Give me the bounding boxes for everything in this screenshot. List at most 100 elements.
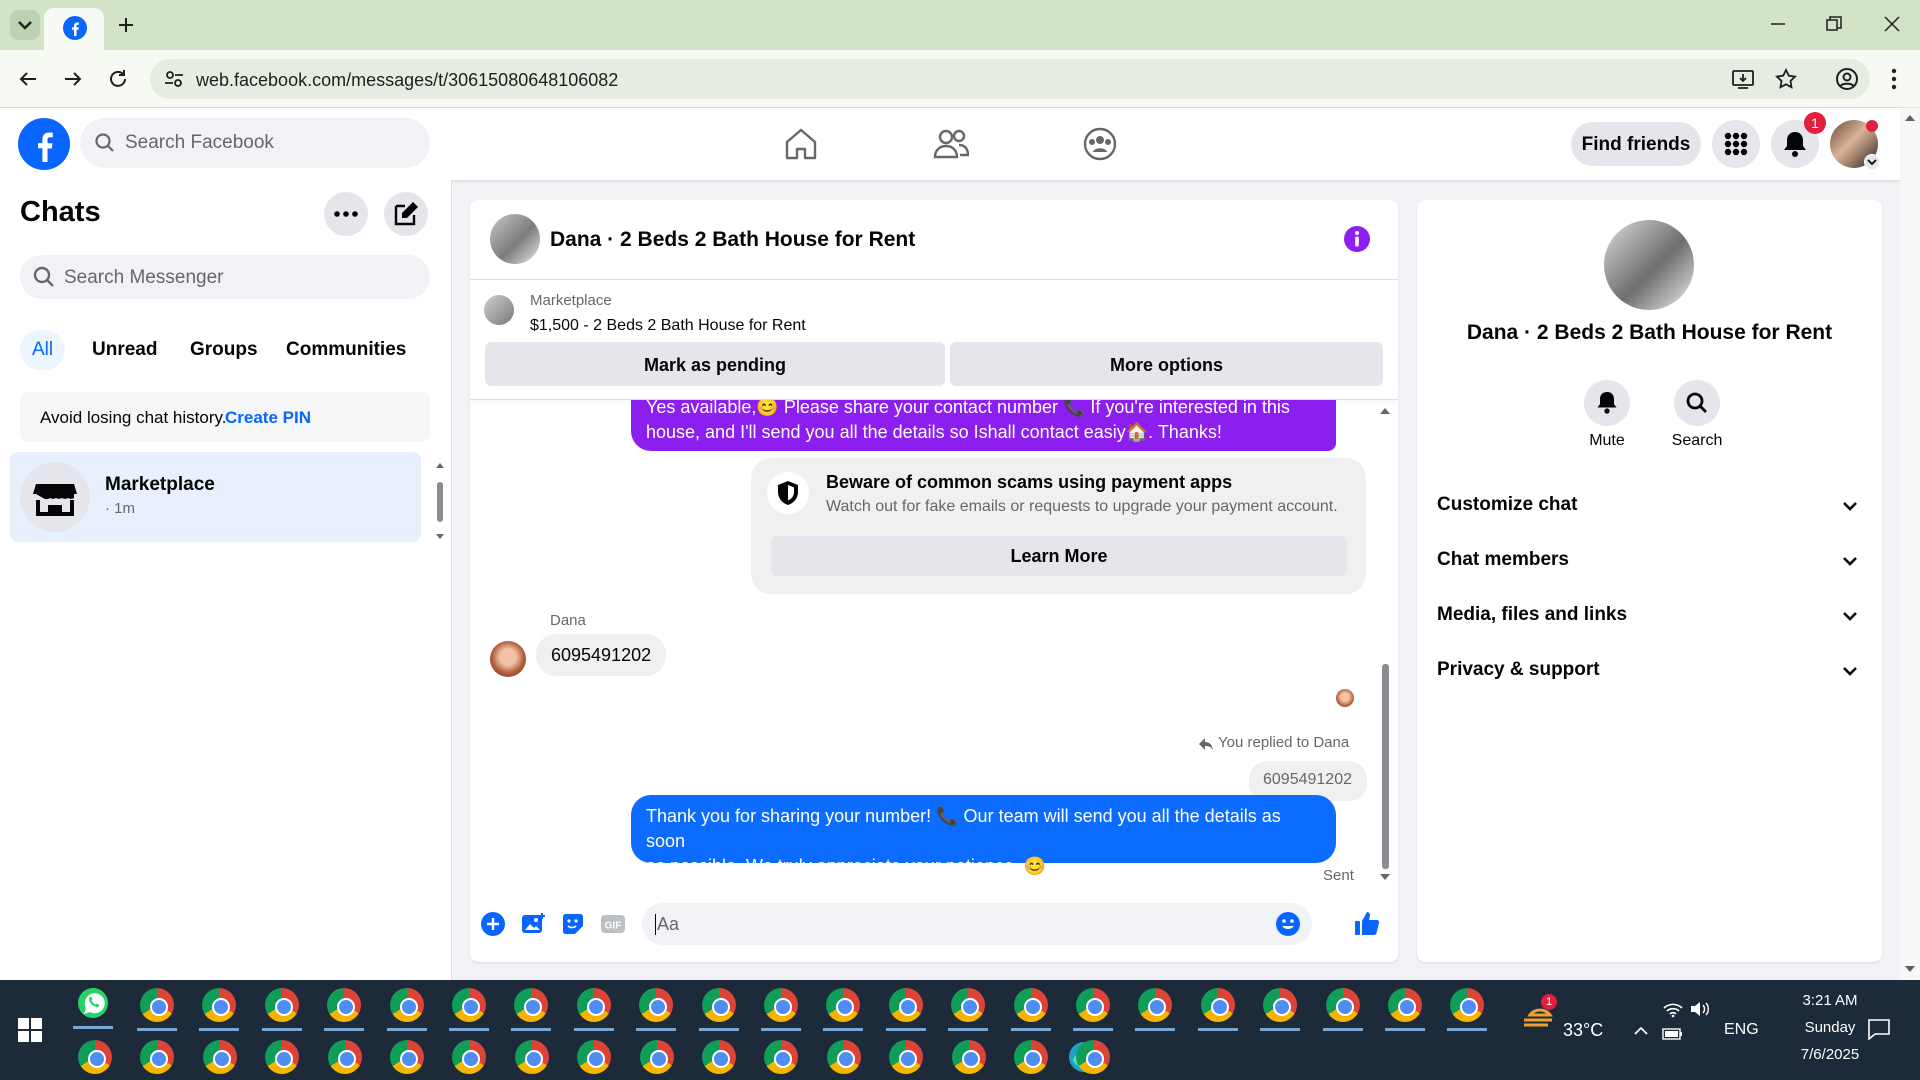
wifi-icon[interactable] [1662,1000,1684,1018]
chrome-profile-icon[interactable] [389,988,424,1022]
tab-list-button[interactable] [10,10,40,40]
info-icon[interactable] [1343,225,1371,253]
account-menu-chevron[interactable] [1864,154,1880,170]
chrome-profile-icon[interactable] [1013,988,1048,1022]
chrome-profile-icon[interactable] [639,988,674,1022]
chrome-profile-icon[interactable] [514,988,549,1022]
chrome-profile-icon[interactable] [639,1040,674,1074]
forward-icon[interactable] [61,67,85,91]
chrome-profile-icon[interactable] [327,988,362,1022]
chrome-profile-icon[interactable] [888,988,923,1022]
chrome-profile-icon[interactable] [1450,988,1485,1022]
chrome-profile-icon[interactable] [764,1040,799,1074]
volume-icon[interactable] [1689,1000,1711,1018]
chrome-profile-icon[interactable] [577,1040,612,1074]
chrome-profile-icon[interactable] [1325,988,1360,1022]
chrome-profile-icon[interactable] [452,1040,487,1074]
conversation-title[interactable]: Dana · 2 Beds 2 Bath House for Rent [550,228,915,252]
chrome-profile-icon[interactable] [701,988,736,1022]
filter-tab-communities[interactable]: Communities [274,330,418,370]
chrome-profile-icon[interactable] [202,988,237,1022]
chrome-profile-icon[interactable] [264,988,299,1022]
mute-action[interactable]: Mute [1572,380,1642,450]
site-settings-icon[interactable] [163,68,185,90]
message-scrollbar[interactable] [1378,404,1392,884]
chrome-profile-icon[interactable] [576,988,611,1022]
filter-tab-unread[interactable]: Unread [80,330,169,370]
new-message-button[interactable] [384,192,428,236]
chrome-profile-icon[interactable] [951,988,986,1022]
chrome-profile-icon[interactable] [1138,988,1173,1022]
chrome-profile-icon[interactable] [140,1040,175,1074]
sticker-icon[interactable] [560,911,586,937]
chrome-profile-icon[interactable] [1200,988,1235,1022]
close-window-icon[interactable] [1882,14,1902,34]
conversation-avatar[interactable] [490,214,540,264]
sender-avatar[interactable] [490,641,526,677]
filter-tab-all[interactable]: All [20,330,66,370]
info-avatar[interactable] [1604,220,1694,310]
photo-icon[interactable] [520,911,546,937]
emoji-icon[interactable] [1275,911,1301,937]
mark-as-pending-button[interactable]: Mark as pending [485,342,945,386]
chrome-profile-icon[interactable] [327,1040,362,1074]
show-hidden-icons-icon[interactable] [1632,1022,1650,1040]
chrome-profile-icon[interactable] [826,988,861,1022]
chrome-profile-icon[interactable] [452,988,486,1022]
whatsapp-icon[interactable] [76,986,110,1020]
learn-more-button[interactable]: Learn More [771,536,1347,576]
find-friends-button[interactable]: Find friends [1571,122,1701,166]
chrome-profile-icon[interactable] [826,1040,861,1074]
chat-list-item-marketplace[interactable]: Marketplace · 1m [10,452,421,542]
sidebar-scrollbar[interactable] [434,460,446,542]
chrome-profile-icon[interactable] [265,1040,300,1074]
more-options-button[interactable]: More options [950,342,1383,386]
messenger-search-box[interactable]: Search Messenger [20,255,430,299]
outgoing-reply-bubble[interactable]: Thank you for sharing your number! 📞 Our… [631,795,1336,876]
facebook-search-box[interactable]: Search Facebook [80,118,430,168]
chrome-profile-icon[interactable] [889,1040,924,1074]
weather-temperature[interactable]: 33°C [1563,1020,1603,1041]
like-thumb-icon[interactable] [1353,909,1383,939]
chat-options-button[interactable] [324,192,368,236]
windows-start-icon[interactable] [18,1018,42,1042]
chrome-profile-icon[interactable] [1076,988,1110,1022]
search-action[interactable]: Search [1662,380,1732,450]
friends-icon[interactable] [933,127,969,161]
chrome-profile-icon[interactable] [202,1040,237,1074]
chrome-profile-icon[interactable] [764,988,798,1022]
browser-menu-icon[interactable] [1889,66,1899,92]
create-pin-link[interactable]: Create PIN [225,408,311,428]
gif-icon[interactable]: GIF [600,911,626,937]
incoming-message-bubble[interactable]: 6095491202 [536,634,667,676]
chrome-profile-icon[interactable] [951,1040,986,1074]
bookmark-star-icon[interactable] [1774,67,1798,91]
listing-thumbnail[interactable] [484,295,514,325]
customize-chat-row[interactable]: Customize chat [1417,486,1882,526]
chrome-profile-icon[interactable] [78,1040,112,1074]
message-input[interactable]: Aa [642,903,1312,945]
chrome-profile-icon[interactable] [514,1040,549,1074]
listing-title[interactable]: $1,500 - 2 Beds 2 Bath House for Rent [530,317,806,335]
facebook-logo-icon[interactable] [18,118,70,170]
home-icon[interactable] [784,127,818,161]
chrome-profile-icon[interactable] [702,1040,736,1074]
profile-icon[interactable] [1834,66,1860,92]
chrome-profile-icon[interactable] [1388,988,1422,1022]
notification-center-icon[interactable] [1867,1018,1891,1040]
filter-tab-groups[interactable]: Groups [178,330,270,370]
add-attachment-icon[interactable] [480,911,506,937]
outgoing-message-bubble[interactable]: Yes available,😊 Please share your contac… [631,400,1336,451]
battery-icon[interactable] [1662,1026,1684,1042]
groups-icon[interactable] [1083,127,1117,161]
back-icon[interactable] [16,67,40,91]
chrome-profile-icon[interactable] [1076,1040,1111,1074]
new-tab-icon[interactable] [114,13,138,37]
chrome-profile-icon[interactable] [390,1040,424,1074]
chrome-profile-icon[interactable] [1263,988,1298,1022]
address-bar[interactable]: web.facebook.com/messages/t/306150806481… [150,59,1870,99]
chrome-profile-icon[interactable] [1014,1040,1048,1074]
input-language[interactable]: ENG [1724,1021,1759,1039]
chat-members-row[interactable]: Chat members [1417,541,1882,581]
reload-icon[interactable] [106,67,130,91]
